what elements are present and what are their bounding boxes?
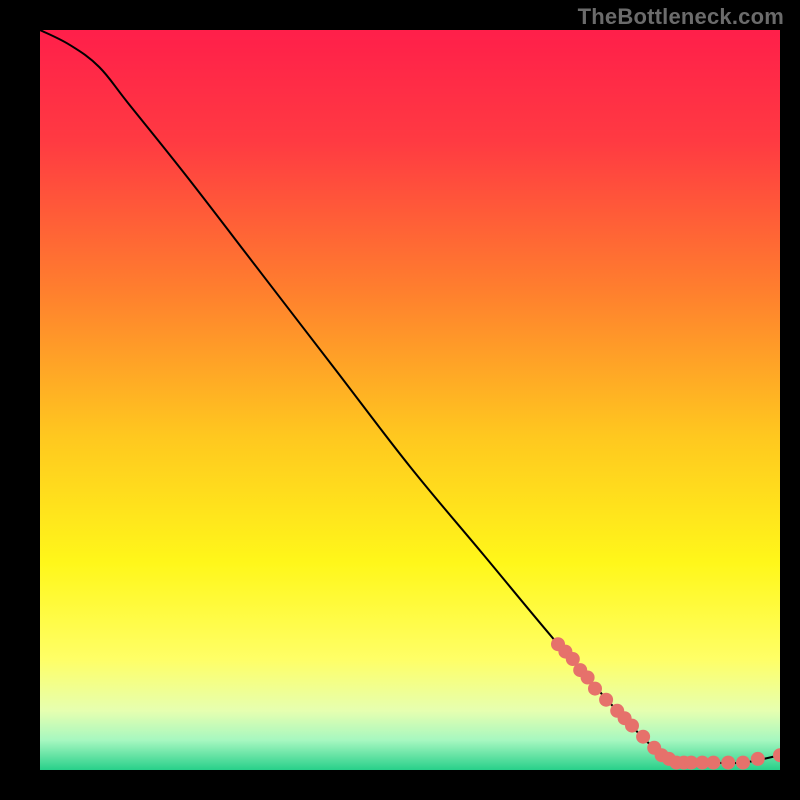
highlight-point [706,756,720,770]
chart-svg [40,30,780,770]
watermark-text: TheBottleneck.com [578,4,784,30]
highlight-point [721,756,735,770]
highlight-point [588,682,602,696]
highlight-point [599,693,613,707]
plot-area [40,30,780,770]
highlight-point [751,752,765,766]
highlight-point [625,719,639,733]
gradient-background [40,30,780,770]
chart-container: TheBottleneck.com [0,0,800,800]
highlight-point [636,730,650,744]
highlight-point [736,756,750,770]
